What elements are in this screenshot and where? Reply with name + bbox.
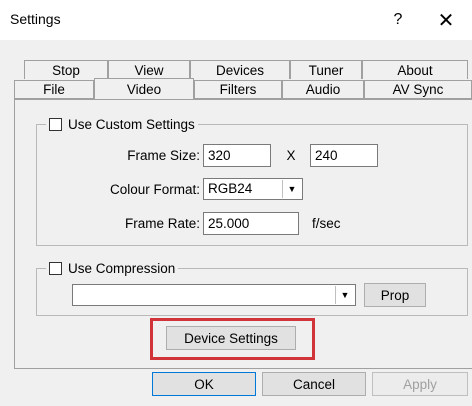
use-compression-checkbox[interactable]	[49, 262, 62, 275]
use-custom-settings-toggle[interactable]: Use Custom Settings	[46, 117, 198, 132]
frame-rate-label: Frame Rate:	[124, 216, 200, 231]
tab-av-sync[interactable]: AV Sync	[364, 80, 472, 99]
tab-stop[interactable]: Stop	[24, 60, 108, 79]
tab-about[interactable]: About	[362, 60, 468, 79]
ok-button[interactable]: OK	[152, 372, 256, 396]
window-title: Settings	[10, 11, 61, 27]
help-button[interactable]: ?	[378, 6, 418, 34]
use-custom-settings-checkbox[interactable]	[49, 118, 62, 131]
highlight-box	[150, 318, 315, 360]
cancel-button[interactable]: Cancel	[262, 372, 366, 396]
apply-button[interactable]: Apply	[372, 372, 468, 396]
use-compression-label: Use Compression	[68, 261, 176, 276]
tab-filters[interactable]: Filters	[194, 80, 282, 99]
colour-format-label: Colour Format:	[109, 182, 200, 197]
tab-view[interactable]: View	[108, 60, 190, 79]
tab-tuner[interactable]: Tuner	[290, 60, 362, 79]
chevron-down-icon[interactable]: ▼	[282, 180, 301, 198]
close-icon[interactable]: ✕	[426, 6, 466, 34]
prop-button[interactable]: Prop	[364, 283, 426, 307]
colour-format-select[interactable]: RGB24 ▼	[203, 178, 303, 200]
frame-width-input[interactable]	[203, 144, 271, 167]
tab-audio[interactable]: Audio	[282, 80, 364, 99]
colour-format-value: RGB24	[208, 181, 253, 196]
tab-file[interactable]: File	[14, 80, 94, 99]
chevron-down-icon[interactable]: ▼	[335, 286, 354, 304]
frame-height-input[interactable]	[310, 144, 378, 167]
tab-video[interactable]: Video	[94, 78, 194, 99]
frame-rate-input[interactable]	[203, 212, 299, 235]
use-compression-toggle[interactable]: Use Compression	[46, 261, 179, 276]
use-custom-settings-label: Use Custom Settings	[68, 117, 195, 132]
codec-select[interactable]: ▼	[72, 284, 356, 306]
frame-rate-unit: f/sec	[312, 216, 341, 231]
frame-size-label: Frame Size:	[127, 148, 200, 163]
times-label: X	[286, 148, 296, 163]
title-bar: Settings ? ✕	[0, 0, 472, 40]
tab-devices[interactable]: Devices	[190, 60, 290, 79]
